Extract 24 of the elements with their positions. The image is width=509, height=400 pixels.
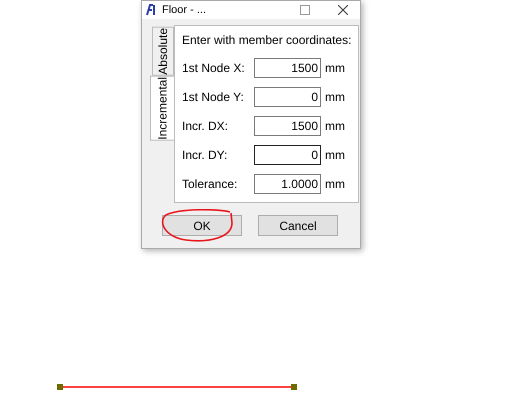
input-field[interactable]: 1.0000 bbox=[254, 174, 321, 194]
maximize-icon[interactable] bbox=[300, 5, 310, 15]
tab[interactable]: Absolute bbox=[152, 27, 174, 76]
unit-label: mm bbox=[325, 60, 345, 77]
input-field[interactable]: 1500 bbox=[254, 116, 321, 136]
panel-heading: Enter with member coordinates: bbox=[182, 32, 352, 49]
unit-label: mm bbox=[325, 176, 345, 193]
unit-label: mm bbox=[325, 147, 345, 164]
app-icon bbox=[146, 4, 158, 16]
field-label: Incr. DX: bbox=[182, 118, 230, 135]
field-label: Tolerance: bbox=[182, 176, 238, 193]
input-field[interactable]: 0 bbox=[254, 87, 321, 107]
unit-label: mm bbox=[325, 89, 345, 106]
dialog-button[interactable]: OK bbox=[162, 215, 242, 236]
close-icon[interactable] bbox=[338, 5, 348, 15]
field-label: Incr. DY: bbox=[182, 147, 228, 164]
window-title: Floor - ... bbox=[162, 2, 206, 18]
input-field[interactable]: 0 bbox=[254, 145, 321, 165]
dialog-button[interactable]: Cancel bbox=[258, 215, 338, 236]
unit-label: mm bbox=[325, 118, 345, 135]
input-field[interactable]: 1500 bbox=[254, 58, 321, 78]
tab[interactable]: Incremental bbox=[150, 76, 174, 140]
field-label: 1st Node Y: bbox=[182, 89, 245, 106]
field-label: 1st Node X: bbox=[182, 60, 246, 77]
